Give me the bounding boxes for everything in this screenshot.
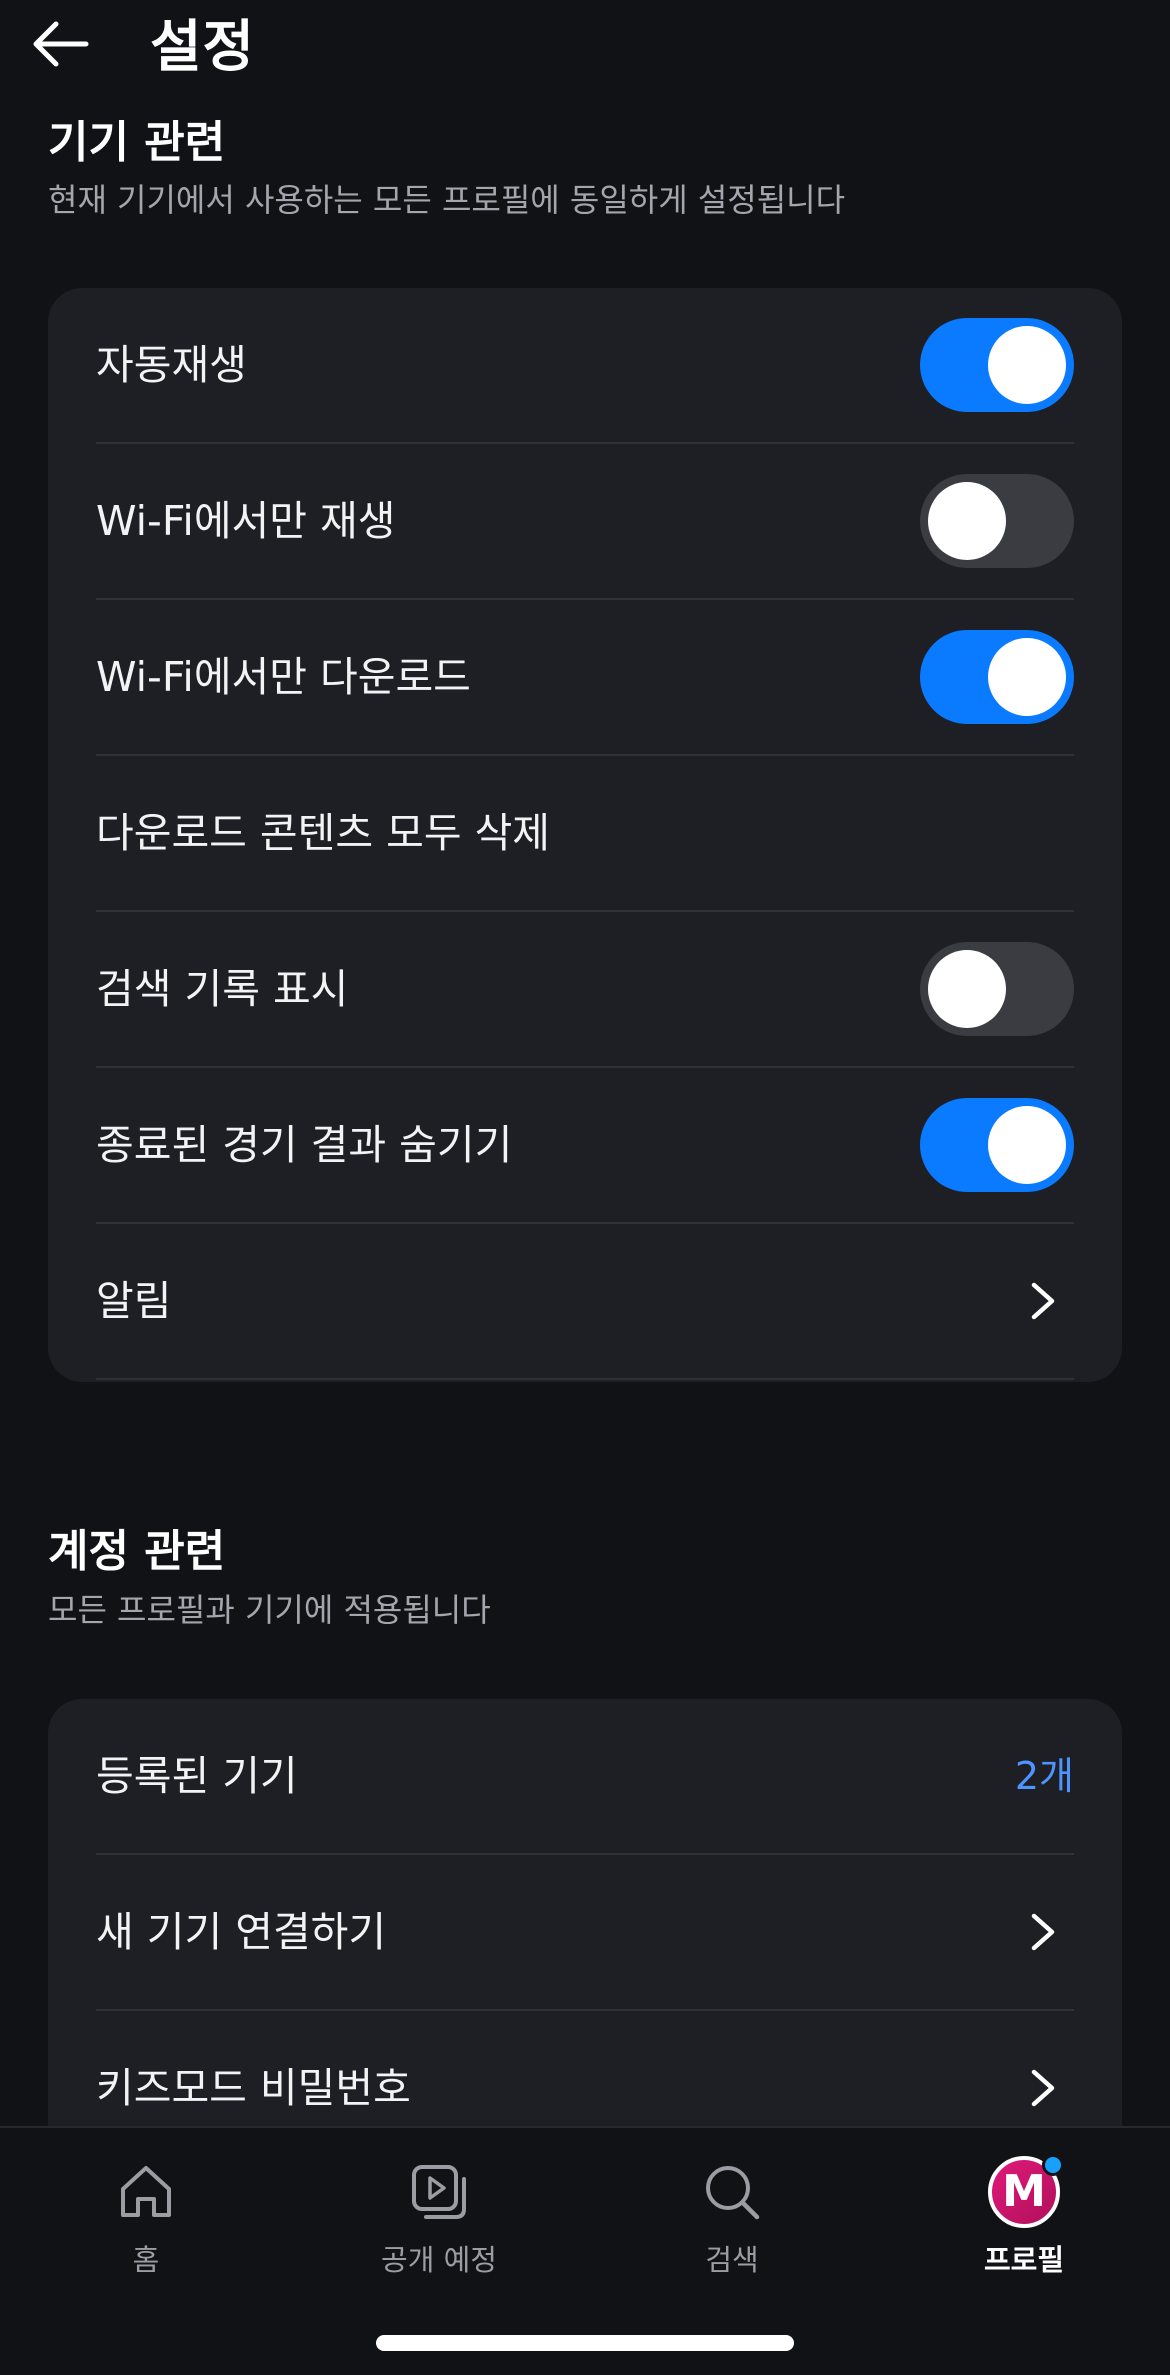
row-label: 키즈모드 비밀번호 xyxy=(96,2064,411,2112)
row-delete-downloads[interactable]: 다운로드 콘텐츠 모두 삭제 xyxy=(96,756,1074,912)
row-hide-finished-results[interactable]: 종료된 경기 결과 숨기기 xyxy=(96,1068,1074,1224)
notification-dot xyxy=(1042,2154,1064,2176)
wifi-only-play-toggle[interactable] xyxy=(920,474,1074,568)
search-history-toggle[interactable] xyxy=(920,942,1074,1036)
back-button[interactable] xyxy=(22,14,98,74)
upcoming-play-icon xyxy=(403,2156,475,2228)
row-label: 알림 xyxy=(96,1277,172,1325)
header: 설정 xyxy=(0,0,1170,100)
page-title: 설정 xyxy=(150,15,256,80)
chevron-right-icon xyxy=(1020,1278,1066,1324)
registered-devices-count: 2개 xyxy=(1014,1754,1074,1798)
row-label: 검색 기록 표시 xyxy=(96,965,349,1013)
toggle-knob xyxy=(928,482,1006,560)
search-icon xyxy=(696,2156,768,2228)
nav-profile[interactable]: M 프로필 xyxy=(924,2154,1124,2286)
chevron-right-icon xyxy=(1020,2065,1066,2111)
row-wifi-only-download[interactable]: Wi-Fi에서만 다운로드 xyxy=(96,600,1074,756)
nav-label: 검색 xyxy=(705,2243,759,2277)
nav-search[interactable]: 검색 xyxy=(632,2156,832,2286)
toggle-knob xyxy=(928,950,1006,1028)
device-section-title: 기기 관련 xyxy=(48,117,226,168)
row-label: 자동재생 xyxy=(96,341,247,389)
home-indicator xyxy=(376,2335,794,2351)
row-label: 다운로드 콘텐츠 모두 삭제 xyxy=(96,809,551,857)
toggle-knob xyxy=(988,326,1066,404)
row-label: 새 기기 연결하기 xyxy=(96,1908,387,1956)
row-label: 종료된 경기 결과 숨기기 xyxy=(96,1121,513,1169)
nav-label: 공개 예정 xyxy=(381,2243,497,2277)
device-section-subtitle: 현재 기기에서 사용하는 모든 프로필에 동일하게 설정됩니다 xyxy=(48,181,846,219)
home-icon xyxy=(110,2156,182,2228)
autoplay-toggle[interactable] xyxy=(920,318,1074,412)
nav-label: 홈 xyxy=(132,2243,160,2277)
settings-screen: 설정 기기 관련 현재 기기에서 사용하는 모든 프로필에 동일하게 설정됩니다… xyxy=(0,0,1170,2375)
row-wifi-only-play[interactable]: Wi-Fi에서만 재생 xyxy=(96,444,1074,600)
row-label: 등록된 기기 xyxy=(96,1752,298,1800)
account-section-subtitle: 모든 프로필과 기기에 적용됩니다 xyxy=(48,1591,491,1629)
avatar-letter: M xyxy=(1002,2166,1046,2217)
toggle-knob xyxy=(988,638,1066,716)
row-notifications[interactable]: 알림 xyxy=(96,1224,1074,1380)
nav-upcoming[interactable]: 공개 예정 xyxy=(339,2156,539,2286)
row-registered-devices[interactable]: 등록된 기기 2개 xyxy=(96,1699,1074,1855)
nav-home[interactable]: 홈 xyxy=(46,2156,246,2286)
row-autoplay[interactable]: 자동재생 xyxy=(96,288,1074,444)
profile-avatar: M xyxy=(988,2154,1064,2228)
wifi-only-download-toggle[interactable] xyxy=(920,630,1074,724)
hide-results-toggle[interactable] xyxy=(920,1098,1074,1192)
row-label: Wi-Fi에서만 재생 xyxy=(96,497,396,545)
row-label: Wi-Fi에서만 다운로드 xyxy=(96,653,471,701)
toggle-knob xyxy=(988,1106,1066,1184)
nav-label: 프로필 xyxy=(983,2243,1065,2277)
arrow-left-icon xyxy=(33,21,89,67)
row-connect-new-device[interactable]: 새 기기 연결하기 xyxy=(96,1855,1074,2011)
account-section-title: 계정 관련 xyxy=(48,1526,226,1577)
row-show-search-history[interactable]: 검색 기록 표시 xyxy=(96,912,1074,1068)
chevron-right-icon xyxy=(1020,1909,1066,1955)
device-settings-card: 자동재생 Wi-Fi에서만 재생 Wi-Fi에서만 다운로드 다운로드 콘텐츠 … xyxy=(48,288,1122,1382)
